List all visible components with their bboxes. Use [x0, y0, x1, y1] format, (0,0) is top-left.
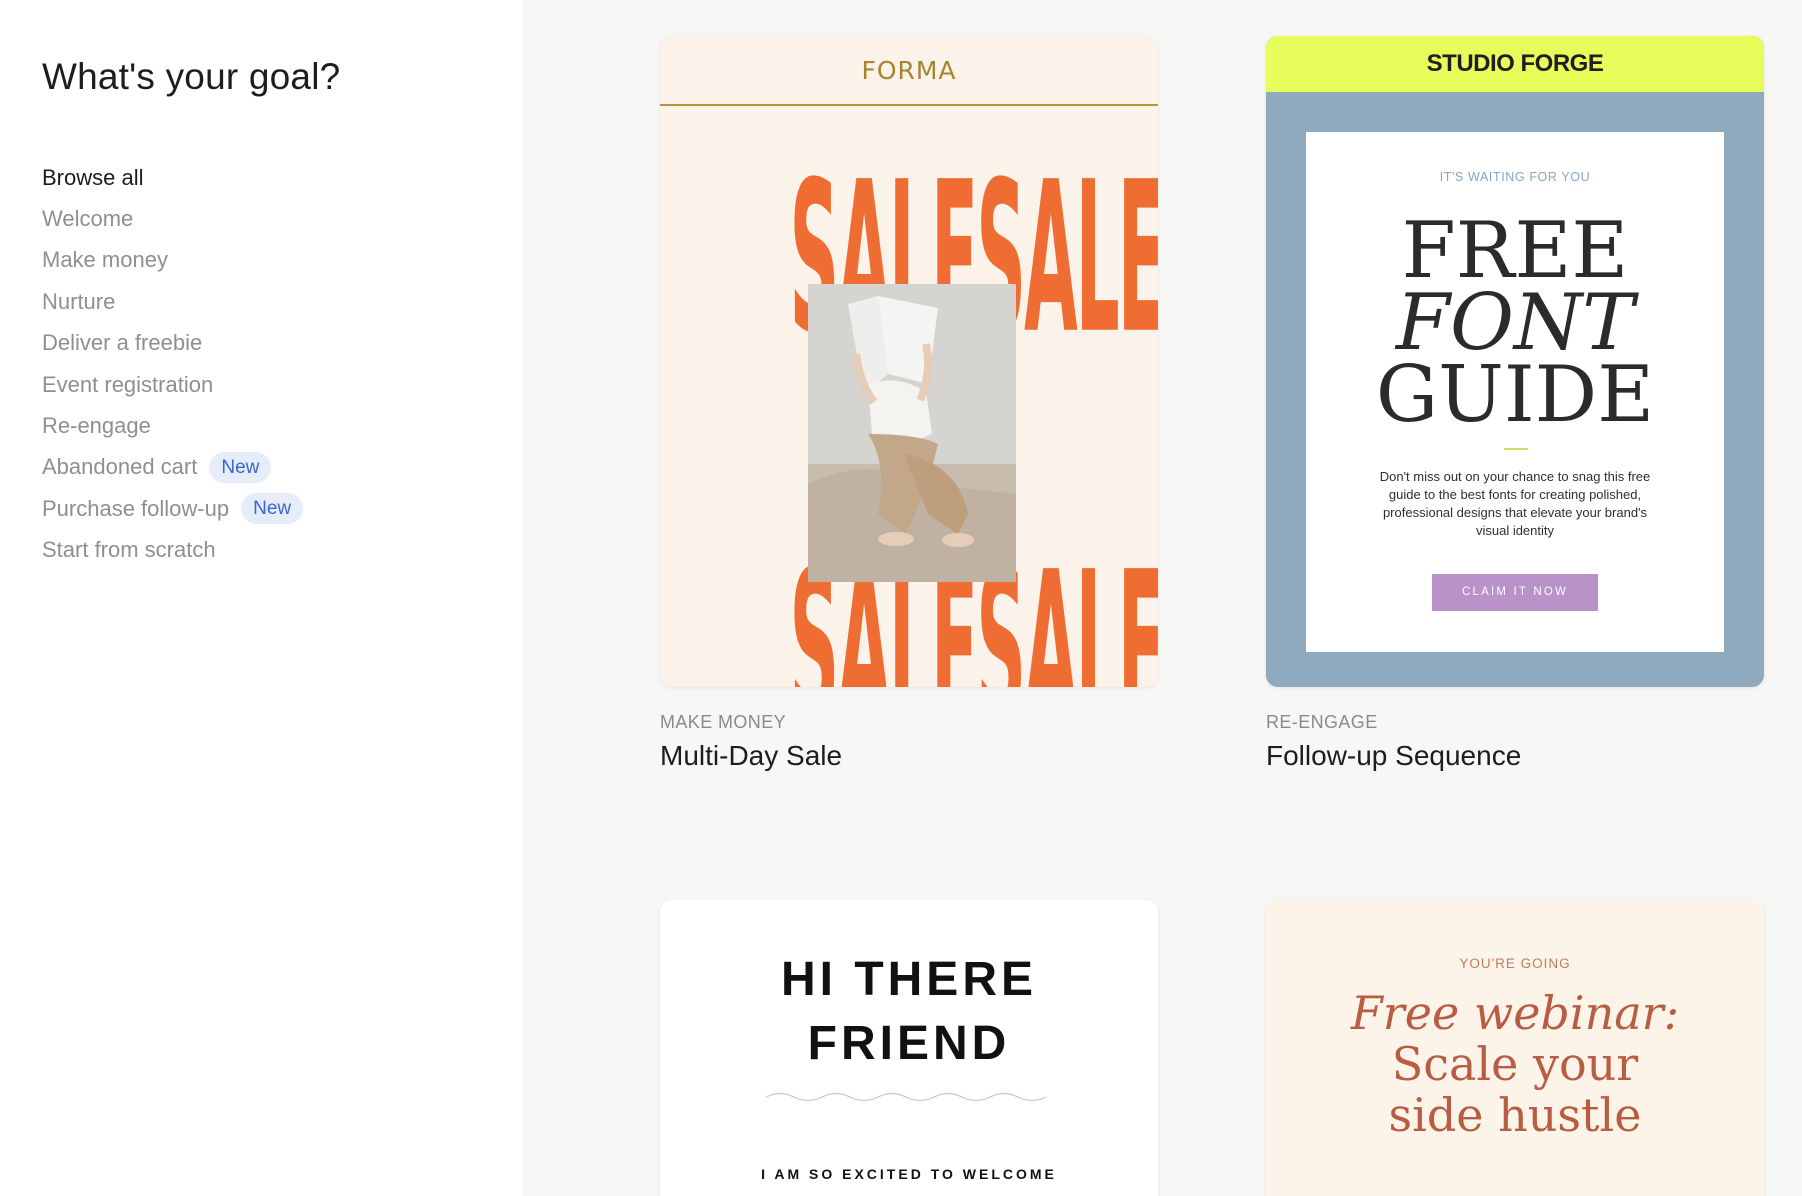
claim-it-now-button: CLAIM IT NOW [1432, 574, 1598, 611]
woman-reading-photo [808, 284, 1016, 582]
goal-item-make-money[interactable]: Make money [42, 240, 303, 281]
goal-item-browse-all[interactable]: Browse all [42, 157, 303, 198]
webinar-line-2: Scale your [1391, 1037, 1639, 1091]
goal-item-label: Start from scratch [42, 537, 216, 563]
template-title[interactable]: Follow-up Sequence [1266, 740, 1521, 772]
greeting-line-1: HI THERE [780, 953, 1037, 1006]
goal-item-label: Re-engage [42, 413, 151, 439]
goal-item-event-registration[interactable]: Event registration [42, 364, 303, 405]
divider [660, 104, 1158, 106]
eyebrow-text: YOU'RE GOING [1459, 956, 1571, 971]
webinar-headline: Free webinar: Scale your side hustle [1266, 988, 1764, 1141]
greeting-line-2: FRIEND [807, 1017, 1011, 1070]
template-category: MAKE MONEY [660, 712, 787, 732]
goal-item-label: Deliver a freebie [42, 330, 203, 356]
template-title[interactable]: Multi-Day Sale [660, 740, 842, 772]
goal-item-label: Welcome [42, 206, 134, 232]
new-badge: New [209, 451, 272, 483]
goal-item-label: Make money [42, 247, 168, 273]
template-preview-webinar[interactable]: YOU'RE GOING Free webinar: Scale your si… [1266, 900, 1764, 1196]
goal-item-welcome[interactable]: Welcome [42, 198, 303, 239]
accent-rule [1504, 448, 1528, 450]
goal-item-label: Purchase follow-up [42, 495, 230, 521]
goal-item-label: Event registration [42, 371, 214, 397]
goal-item-nurture[interactable]: Nurture [42, 281, 303, 322]
email-body: IT'S WAITING FOR YOU FREE FONT GUIDE Don… [1306, 132, 1724, 652]
body-text: Don't miss out on your chance to snag th… [1379, 469, 1651, 538]
template-preview-welcome[interactable]: HI THERE FRIEND I AM SO EXCITED TO WELCO… [660, 900, 1158, 1196]
goal-item-label: Browse all [42, 164, 144, 190]
wavy-divider [766, 1092, 1047, 1102]
photo-illustration [808, 284, 1016, 582]
goal-item-label: Nurture [42, 288, 116, 314]
goal-item-label: Abandoned cart [42, 454, 198, 480]
template-gallery: FORMA SALESALE SALESALE MAKE MONEY Multi… [522, 0, 1802, 1196]
goal-item-abandoned-cart[interactable]: Abandoned cart New [42, 447, 303, 488]
sidebar-title: What's your goal? [42, 56, 341, 97]
goal-item-deliver-freebie[interactable]: Deliver a freebie [42, 323, 303, 364]
forma-logo: FORMA [861, 56, 957, 85]
webinar-line-1: Free webinar: [1350, 986, 1680, 1040]
webinar-line-3: side hustle [1388, 1088, 1642, 1142]
goal-list: Browse all Welcome Make money Nurture De… [42, 157, 304, 571]
eyebrow-text: IT'S WAITING FOR YOU [1439, 170, 1591, 184]
goal-item-start-from-scratch[interactable]: Start from scratch [42, 530, 303, 571]
new-badge: New [241, 493, 304, 525]
goal-item-purchase-follow-up[interactable]: Purchase follow-up New [42, 488, 304, 529]
welcome-subtext: I AM SO EXCITED TO WELCOME [761, 1166, 1057, 1182]
greeting-headline: HI THERE FRIEND [660, 948, 1158, 1076]
template-preview-follow-up-sequence[interactable]: STUDIO FORGE IT'S WAITING FOR YOU FREE F… [1266, 36, 1764, 687]
goal-item-re-engage[interactable]: Re-engage [42, 405, 303, 446]
template-preview-multi-day-sale[interactable]: FORMA SALESALE SALESALE [660, 36, 1158, 687]
studio-forge-logo: STUDIO FORGE [1266, 36, 1764, 92]
goal-sidebar: What's your goal? Browse all Welcome Mak… [0, 0, 522, 1196]
headline-line-3: GUIDE [1375, 350, 1655, 440]
template-category: RE-ENGAGE [1266, 712, 1378, 732]
